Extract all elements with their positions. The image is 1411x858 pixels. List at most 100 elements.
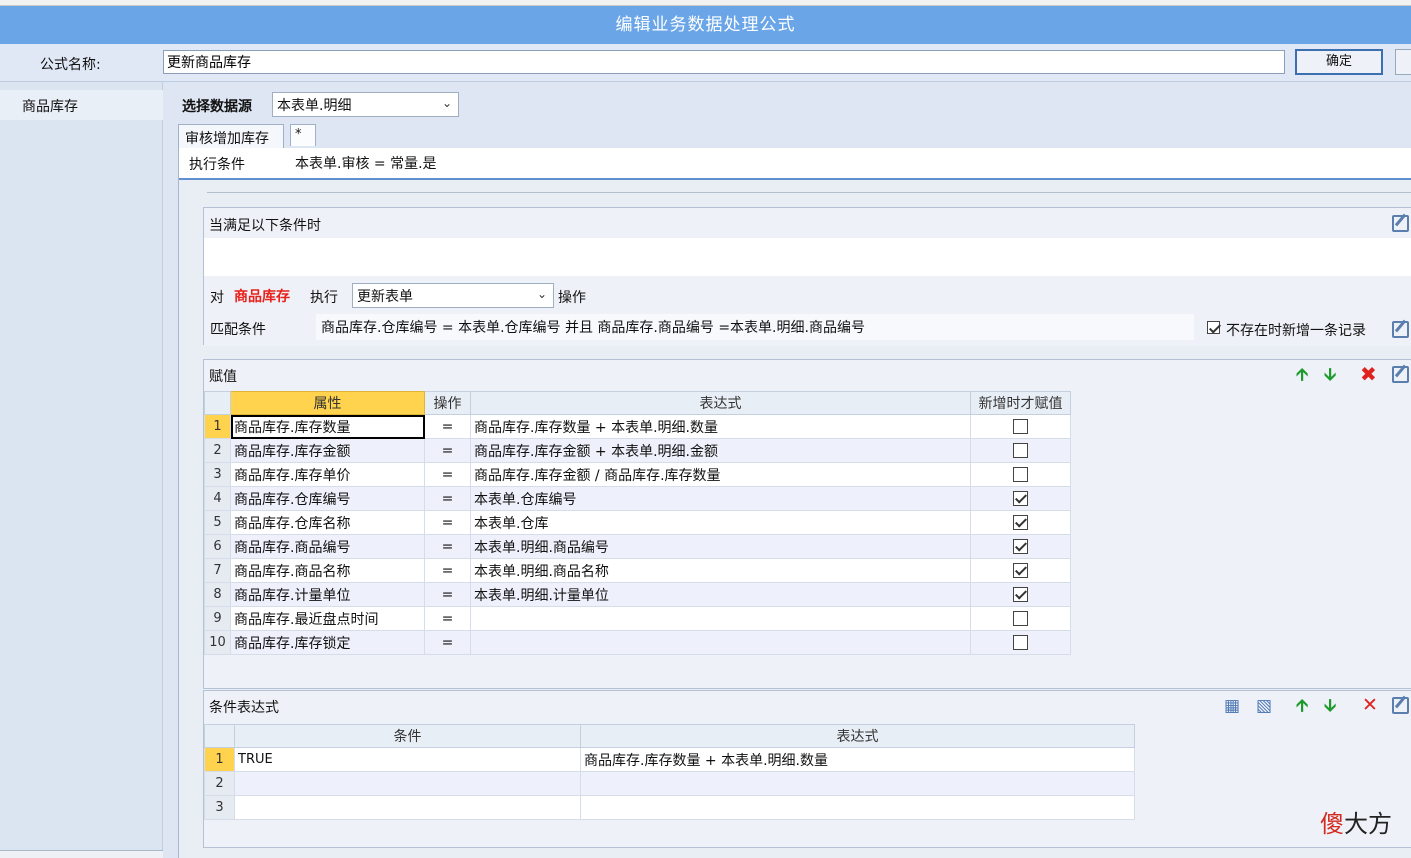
edit-icon[interactable] — [1392, 366, 1409, 383]
down-arrow-icon[interactable]: 🡫 — [1324, 366, 1336, 384]
col-header-cond-expr[interactable]: 表达式 — [580, 724, 1135, 748]
col-header-attr[interactable]: 属性 — [230, 391, 425, 415]
op-cell[interactable]: = — [424, 414, 471, 439]
op-cell[interactable]: = — [424, 606, 471, 631]
op-cell[interactable]: = — [424, 510, 471, 535]
attr-cell[interactable]: 商品库存.仓库名称 — [230, 510, 425, 535]
on-add-cell[interactable] — [970, 606, 1071, 631]
expr-cell[interactable]: 本表单.明细.计量单位 — [470, 582, 971, 607]
table-row[interactable]: 2 — [204, 771, 1135, 796]
datasource-select[interactable]: 本表单.明细 ⌄ — [272, 92, 459, 117]
on-add-checkbox[interactable] — [1013, 611, 1028, 626]
cond-cell[interactable]: TRUE — [234, 747, 581, 772]
attr-cell[interactable]: 商品库存.库存锁定 — [230, 630, 425, 655]
on-add-checkbox[interactable] — [1013, 563, 1028, 578]
op-cell[interactable]: = — [424, 486, 471, 511]
col-header-op[interactable]: 操作 — [424, 391, 471, 415]
edit-icon[interactable] — [1392, 215, 1409, 232]
on-add-cell[interactable] — [970, 462, 1071, 487]
table-row[interactable]: 5 商品库存.仓库名称 = 本表单.仓库 — [204, 510, 1071, 535]
on-add-checkbox[interactable] — [1013, 539, 1028, 554]
expr-cell[interactable]: 本表单.明细.商品名称 — [470, 558, 971, 583]
formula-name-input[interactable] — [163, 50, 1285, 74]
attr-cell[interactable]: 商品库存.商品名称 — [230, 558, 425, 583]
attr-cell[interactable]: 商品库存.商品编号 — [230, 534, 425, 559]
on-add-checkbox[interactable] — [1013, 443, 1028, 458]
on-add-cell[interactable] — [970, 558, 1071, 583]
on-add-checkbox[interactable] — [1013, 467, 1028, 482]
attr-cell[interactable]: 商品库存.库存金额 — [230, 438, 425, 463]
attr-cell[interactable]: 商品库存.仓库编号 — [230, 486, 425, 511]
on-add-checkbox[interactable] — [1013, 635, 1028, 650]
add-if-missing-checkbox[interactable] — [1207, 321, 1220, 334]
on-add-cell[interactable] — [970, 534, 1071, 559]
cond-cell[interactable] — [234, 795, 581, 820]
col-header-expr[interactable]: 表达式 — [470, 391, 971, 415]
up-arrow-icon[interactable]: 🡩 — [1296, 697, 1308, 715]
edit-icon[interactable] — [1392, 321, 1409, 338]
delete-icon[interactable]: ✕ — [1362, 696, 1378, 715]
col-header-cond[interactable]: 条件 — [234, 724, 581, 748]
sidebar-bottom-tab[interactable] — [0, 850, 163, 858]
op-cell[interactable]: = — [424, 534, 471, 559]
condition-editor-area[interactable] — [204, 238, 1411, 276]
on-add-checkbox[interactable] — [1013, 491, 1028, 506]
table-row[interactable]: 2 商品库存.库存金额 = 商品库存.库存金额 + 本表单.明细.金额 — [204, 438, 1071, 463]
op-cell[interactable]: = — [424, 558, 471, 583]
on-add-cell[interactable] — [970, 582, 1071, 607]
sidebar-item-stock[interactable]: 商品库存 — [0, 90, 163, 120]
table-row[interactable]: 8 商品库存.计量单位 = 本表单.明细.计量单位 — [204, 582, 1071, 607]
action-select[interactable]: 更新表单 ⌄ — [352, 283, 554, 308]
tab-audit-add-stock[interactable]: 审核增加库存 — [178, 124, 284, 150]
attr-cell[interactable]: 商品库存.最近盘点时间 — [230, 606, 425, 631]
op-cell[interactable]: = — [424, 630, 471, 655]
cond-expr-cell[interactable] — [580, 771, 1135, 796]
attr-cell[interactable]: 商品库存.计量单位 — [230, 582, 425, 607]
on-add-cell[interactable] — [970, 438, 1071, 463]
tab-add[interactable]: * — [290, 124, 316, 146]
on-add-checkbox[interactable] — [1013, 587, 1028, 602]
edit-icon[interactable] — [1392, 697, 1409, 714]
match-condition-field[interactable]: 商品库存.仓库编号 = 本表单.仓库编号 并且 商品库存.商品编号 =本表单.明… — [316, 314, 1194, 340]
attr-cell[interactable]: 商品库存.库存数量 — [230, 414, 425, 439]
expr-cell[interactable]: 本表单.明细.商品编号 — [470, 534, 971, 559]
insert-row-icon[interactable]: ▧ — [1256, 697, 1276, 715]
expr-cell[interactable] — [470, 630, 971, 655]
expr-cell[interactable]: 本表单.仓库 — [470, 510, 971, 535]
cond-expr-cell[interactable] — [580, 795, 1135, 820]
on-add-cell[interactable] — [970, 414, 1071, 439]
down-arrow-icon[interactable]: 🡫 — [1324, 697, 1336, 715]
table-row[interactable]: 1 TRUE 商品库存.库存数量 + 本表单.明细.数量 — [204, 747, 1135, 772]
on-add-checkbox[interactable] — [1013, 419, 1028, 434]
delete-icon[interactable]: ✖ — [1360, 364, 1377, 384]
expr-cell[interactable]: 本表单.仓库编号 — [470, 486, 971, 511]
expr-cell[interactable]: 商品库存.库存数量 + 本表单.明细.数量 — [470, 414, 971, 439]
table-row[interactable]: 9 商品库存.最近盘点时间 = — [204, 606, 1071, 631]
on-add-cell[interactable] — [970, 630, 1071, 655]
op-cell[interactable]: = — [424, 462, 471, 487]
attr-cell[interactable]: 商品库存.库存单价 — [230, 462, 425, 487]
ok-button[interactable]: 确定 — [1295, 49, 1383, 75]
on-add-checkbox[interactable] — [1013, 515, 1028, 530]
table-row[interactable]: 3 — [204, 795, 1135, 820]
table-row[interactable]: 4 商品库存.仓库编号 = 本表单.仓库编号 — [204, 486, 1071, 511]
col-header-on-add[interactable]: 新增时才赋值 — [970, 391, 1071, 415]
up-arrow-icon[interactable]: 🡩 — [1296, 366, 1308, 384]
cond-cell[interactable] — [234, 771, 581, 796]
table-row[interactable]: 10 商品库存.库存锁定 = — [204, 630, 1071, 655]
cond-expr-cell[interactable]: 商品库存.库存数量 + 本表单.明细.数量 — [580, 747, 1135, 772]
table-row[interactable]: 7 商品库存.商品名称 = 本表单.明细.商品名称 — [204, 558, 1071, 583]
cancel-button[interactable] — [1395, 49, 1411, 75]
add-row-icon[interactable]: ▦ — [1224, 697, 1244, 715]
expr-cell[interactable] — [470, 606, 971, 631]
table-row[interactable]: 1 商品库存.库存数量 = 商品库存.库存数量 + 本表单.明细.数量 — [204, 414, 1071, 439]
op-cell[interactable]: = — [424, 438, 471, 463]
on-add-cell[interactable] — [970, 510, 1071, 535]
table-row[interactable]: 6 商品库存.商品编号 = 本表单.明细.商品编号 — [204, 534, 1071, 559]
exec-condition-value[interactable]: 本表单.审核 = 常量.是 — [295, 153, 437, 173]
table-row[interactable]: 3 商品库存.库存单价 = 商品库存.库存金额 / 商品库存.库存数量 — [204, 462, 1071, 487]
expr-cell[interactable]: 商品库存.库存金额 / 商品库存.库存数量 — [470, 462, 971, 487]
on-add-cell[interactable] — [970, 486, 1071, 511]
op-cell[interactable]: = — [424, 582, 471, 607]
expr-cell[interactable]: 商品库存.库存金额 + 本表单.明细.金额 — [470, 438, 971, 463]
